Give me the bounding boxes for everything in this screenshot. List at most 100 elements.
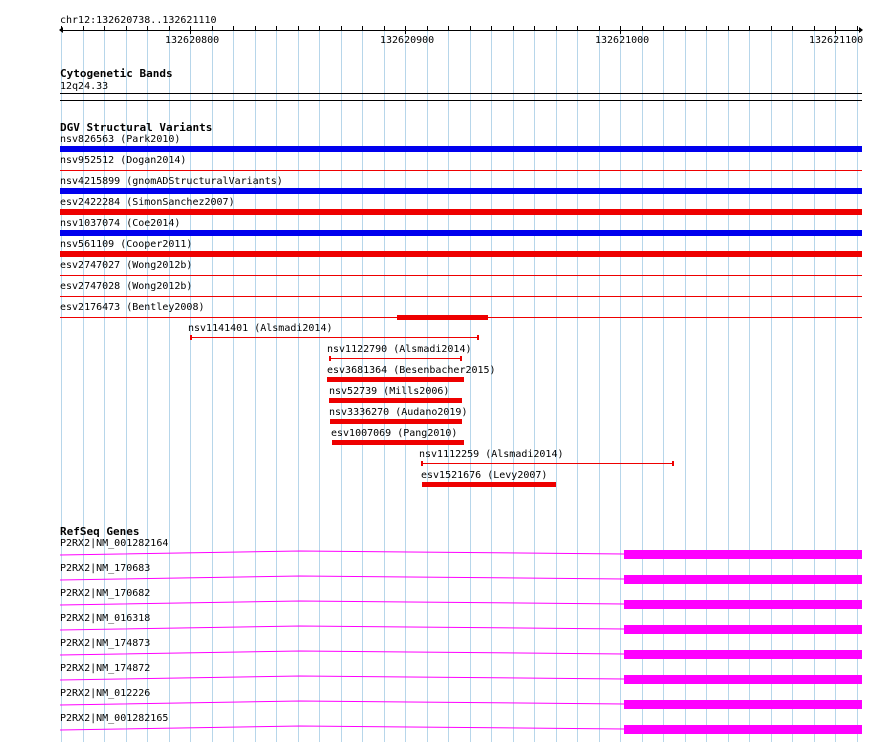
ruler-minor-tick xyxy=(169,26,170,30)
ruler-minor-tick xyxy=(233,26,234,30)
refseq-exon-block[interactable] xyxy=(624,675,862,684)
refseq-intron-line[interactable] xyxy=(59,625,630,633)
ruler-minor-tick xyxy=(857,26,858,30)
ruler-minor-tick xyxy=(83,26,84,30)
grid-line xyxy=(255,30,256,742)
dgv-feature-label[interactable]: nsv561109 (Cooper2011) xyxy=(60,239,192,250)
dgv-feature-label[interactable]: esv2176473 (Bentley2008) xyxy=(60,302,205,313)
grid-line xyxy=(835,30,836,742)
refseq-intron-line[interactable] xyxy=(59,575,630,583)
dgv-feature-glyph[interactable] xyxy=(190,337,478,338)
dgv-feature-glyph[interactable] xyxy=(60,251,862,257)
refseq-transcript-label[interactable]: P2RX2|NM_016318 xyxy=(60,613,150,624)
grid-line xyxy=(233,30,234,742)
grid-line xyxy=(749,30,750,742)
dgv-feature-label[interactable]: nsv4215899 (gnomADStructuralVariants) xyxy=(60,176,283,187)
dgv-feature-glyph[interactable] xyxy=(327,377,464,382)
refseq-exon-block[interactable] xyxy=(624,700,862,709)
dgv-feature-glyph[interactable] xyxy=(60,296,862,297)
grid-line xyxy=(577,30,578,742)
refseq-transcript-label[interactable]: P2RX2|NM_170683 xyxy=(60,563,150,574)
dgv-feature-label[interactable]: nsv1122790 (Alsmadi2014) xyxy=(327,344,472,355)
cytoband-label: 12q24.33 xyxy=(60,81,109,92)
grid-line xyxy=(814,30,815,742)
dgv-feature-glyph[interactable] xyxy=(332,440,464,445)
ruler-tick-label: 132621000 xyxy=(595,35,650,46)
dgv-feature-glyph[interactable] xyxy=(60,188,862,194)
ruler-tick-label: 132620900 xyxy=(380,35,435,46)
grid-line xyxy=(276,30,277,742)
grid-line xyxy=(190,30,191,742)
refseq-transcript-label[interactable]: P2RX2|NM_170682 xyxy=(60,588,150,599)
track-title-cytogenetic-bands[interactable]: Cytogenetic Bands xyxy=(60,68,173,80)
dgv-feature-endcap xyxy=(421,461,423,466)
refseq-intron-path xyxy=(59,700,625,706)
dgv-feature-glyph[interactable] xyxy=(330,419,462,424)
dgv-feature-label[interactable]: esv2747028 (Wong2012b) xyxy=(60,281,192,292)
refseq-transcript-label[interactable]: P2RX2|NM_001282164 xyxy=(60,538,168,549)
ruler-minor-tick xyxy=(749,26,750,30)
dgv-feature-label[interactable]: esv1521676 (Levy2007) xyxy=(421,470,547,481)
refseq-transcript-label[interactable]: P2RX2|NM_001282165 xyxy=(60,713,168,724)
dgv-feature-label[interactable]: nsv1112259 (Alsmadi2014) xyxy=(419,449,564,460)
dgv-feature-label[interactable]: esv3681364 (Besenbacher2015) xyxy=(327,365,496,376)
dgv-feature-glyph[interactable] xyxy=(329,398,462,403)
grid-line xyxy=(212,30,213,742)
ruler-major-tick xyxy=(835,26,836,34)
refseq-intron-line[interactable] xyxy=(59,600,630,608)
refseq-exon-block[interactable] xyxy=(624,550,862,559)
ruler-minor-tick xyxy=(706,26,707,30)
grid-line xyxy=(642,30,643,742)
dgv-feature-endcap xyxy=(190,335,192,340)
dgv-feature-glyph[interactable] xyxy=(329,358,461,359)
dgv-feature-glyph[interactable] xyxy=(422,482,556,487)
ruler-minor-tick xyxy=(384,26,385,30)
ruler-minor-tick xyxy=(577,26,578,30)
refseq-intron-line[interactable] xyxy=(59,700,630,708)
refseq-transcript-label[interactable]: P2RX2|NM_012226 xyxy=(60,688,150,699)
dgv-feature-label[interactable]: esv1007069 (Pang2010) xyxy=(331,428,457,439)
ruler-minor-tick xyxy=(427,26,428,30)
ruler-minor-tick xyxy=(513,26,514,30)
grid-line xyxy=(771,30,772,742)
dgv-feature-glyph[interactable] xyxy=(60,230,862,236)
ruler-tick-label: 132620800 xyxy=(165,35,220,46)
refseq-exon-block[interactable] xyxy=(624,625,862,634)
grid-line xyxy=(663,30,664,742)
grid-line xyxy=(728,30,729,742)
track-title-dgv-structural-variants[interactable]: DGV Structural Variants xyxy=(60,122,212,134)
dgv-feature-label[interactable]: nsv952512 (Dogan2014) xyxy=(60,155,186,166)
dgv-feature-label[interactable]: nsv826563 (Park2010) xyxy=(60,134,180,145)
ruler-minor-tick xyxy=(792,26,793,30)
scroll-right-arrow-icon[interactable] xyxy=(859,27,863,33)
refseq-exon-block[interactable] xyxy=(624,725,862,734)
dgv-feature-glyph[interactable] xyxy=(421,463,673,464)
dgv-feature-label[interactable]: nsv1141401 (Alsmadi2014) xyxy=(188,323,333,334)
dgv-feature-glyph[interactable] xyxy=(60,170,862,171)
dgv-feature-label[interactable]: esv2422284 (SimonSanchez2007) xyxy=(60,197,235,208)
ruler-minor-tick xyxy=(341,26,342,30)
dgv-feature-glyph[interactable] xyxy=(60,146,862,152)
grid-line xyxy=(470,30,471,742)
dgv-feature-label[interactable]: nsv3336270 (Audano2019) xyxy=(329,407,467,418)
refseq-exon-block[interactable] xyxy=(624,650,862,659)
refseq-transcript-label[interactable]: P2RX2|NM_174873 xyxy=(60,638,150,649)
refseq-intron-line[interactable] xyxy=(59,650,630,658)
dgv-feature-label[interactable]: nsv1037074 (Coe2014) xyxy=(60,218,180,229)
dgv-feature-glyph[interactable] xyxy=(397,315,488,320)
dgv-feature-glyph[interactable] xyxy=(60,209,862,215)
refseq-exon-block[interactable] xyxy=(624,575,862,584)
ruler-minor-tick xyxy=(362,26,363,30)
grid-line xyxy=(685,30,686,742)
grid-line xyxy=(298,30,299,742)
refseq-intron-line[interactable] xyxy=(59,675,630,683)
dgv-feature-glyph[interactable] xyxy=(60,275,862,276)
refseq-transcript-label[interactable]: P2RX2|NM_174872 xyxy=(60,663,150,674)
refseq-exon-block[interactable] xyxy=(624,600,862,609)
track-title-refseq-genes[interactable]: RefSeq Genes xyxy=(60,526,139,538)
refseq-intron-line[interactable] xyxy=(59,725,630,733)
refseq-intron-line[interactable] xyxy=(59,550,630,558)
grid-line xyxy=(534,30,535,742)
dgv-feature-label[interactable]: esv2747027 (Wong2012b) xyxy=(60,260,192,271)
dgv-feature-label[interactable]: nsv52739 (Mills2006) xyxy=(329,386,449,397)
